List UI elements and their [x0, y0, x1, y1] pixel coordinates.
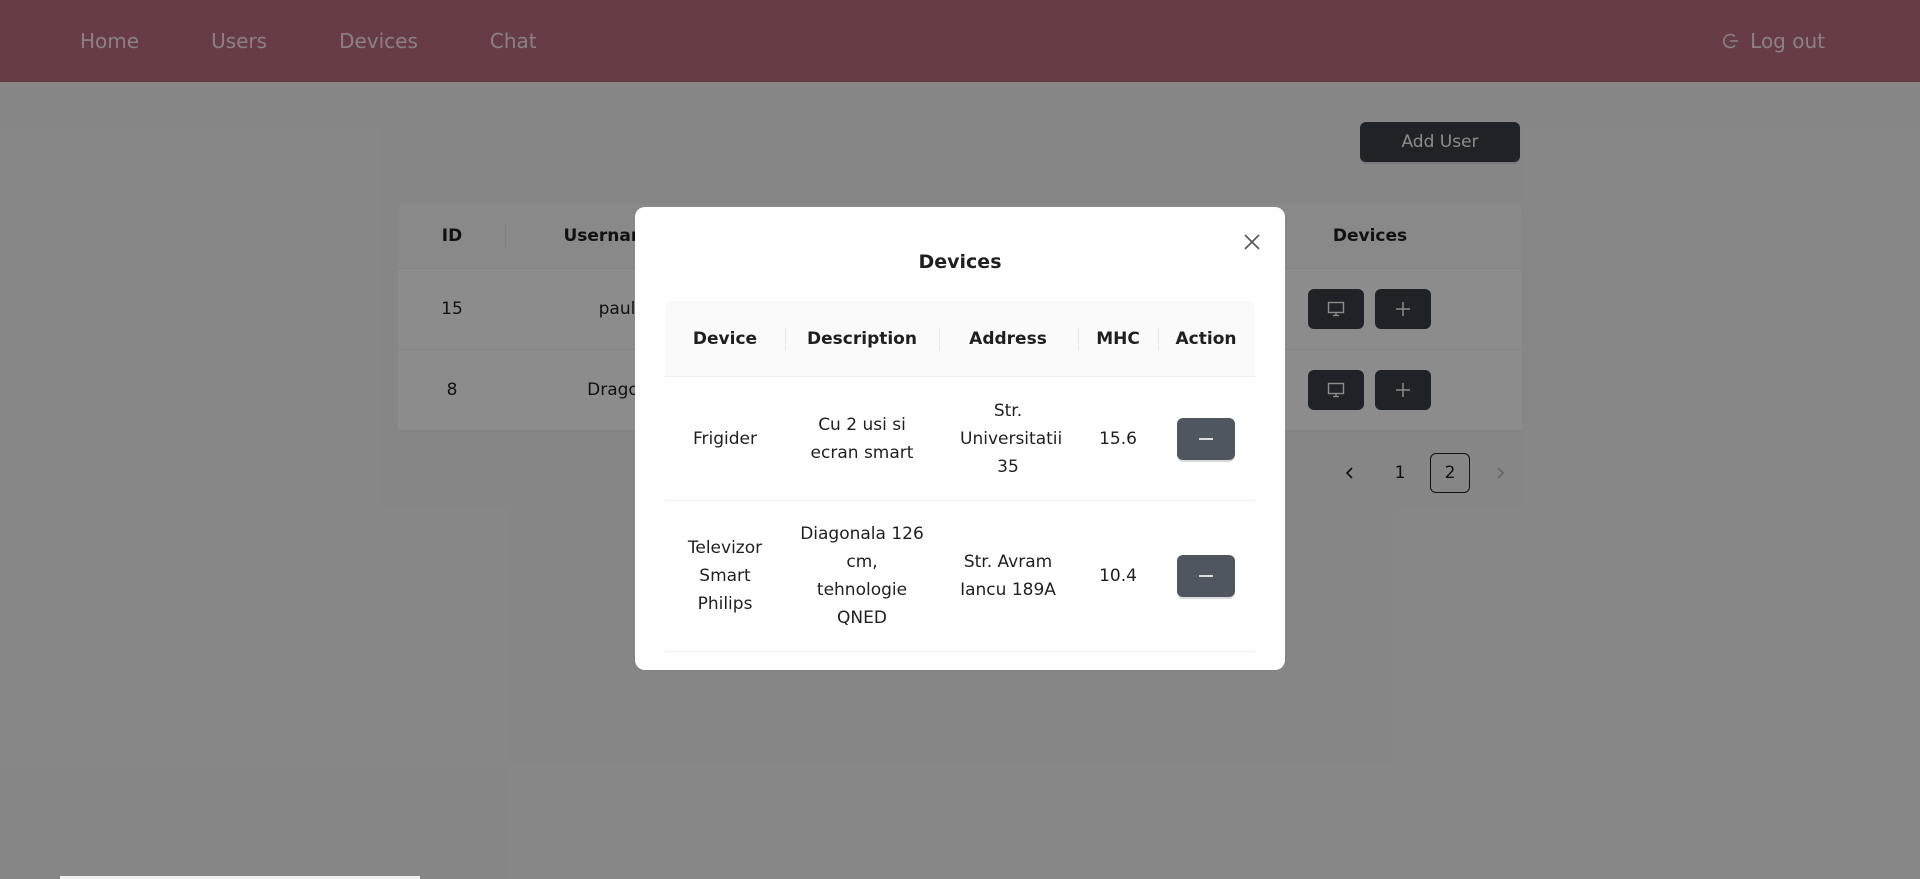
devices-table-header: Device Description Address MHC Action: [665, 301, 1255, 377]
modal-title: Devices: [918, 251, 1002, 273]
device-address: Str. Universitatii 35: [960, 400, 1063, 477]
col-description: Description: [807, 328, 917, 349]
header-separator: [785, 328, 786, 350]
minus-icon: [1199, 575, 1213, 577]
header-separator: [1158, 328, 1159, 350]
action-cell: [1166, 417, 1246, 460]
col-device: Device: [692, 328, 758, 349]
devices-table: Device Description Address MHC Action Fr…: [665, 301, 1255, 652]
device-description: Diagonala 126 cm, tehnologie QNED: [800, 524, 924, 628]
remove-device-button[interactable]: [1177, 555, 1235, 597]
close-icon[interactable]: [1241, 231, 1263, 253]
table-row: Televizor Smart Philips Diagonala 126 cm…: [665, 501, 1255, 652]
device-name: Frigider: [692, 428, 757, 449]
col-mhc: MHC: [1096, 328, 1140, 349]
header-separator: [939, 328, 940, 350]
header-separator: [1078, 328, 1079, 350]
minus-icon: [1199, 437, 1213, 440]
device-description: Cu 2 usi si ecran smart: [810, 414, 914, 463]
table-row: Frigider Cu 2 usi si ecran smart Str. Un…: [665, 377, 1255, 501]
device-name: Televizor Smart Philips: [687, 538, 763, 614]
action-cell: [1166, 555, 1246, 597]
device-mhc: 15.6: [1099, 428, 1137, 449]
devices-modal: Devices Device Description Address MHC A…: [635, 207, 1285, 670]
remove-device-button[interactable]: [1177, 417, 1235, 460]
device-mhc: 10.4: [1099, 566, 1137, 586]
col-address: Address: [969, 328, 1047, 349]
device-address: Str. Avram Iancu 189A: [960, 552, 1056, 600]
col-action: Action: [1175, 328, 1237, 349]
